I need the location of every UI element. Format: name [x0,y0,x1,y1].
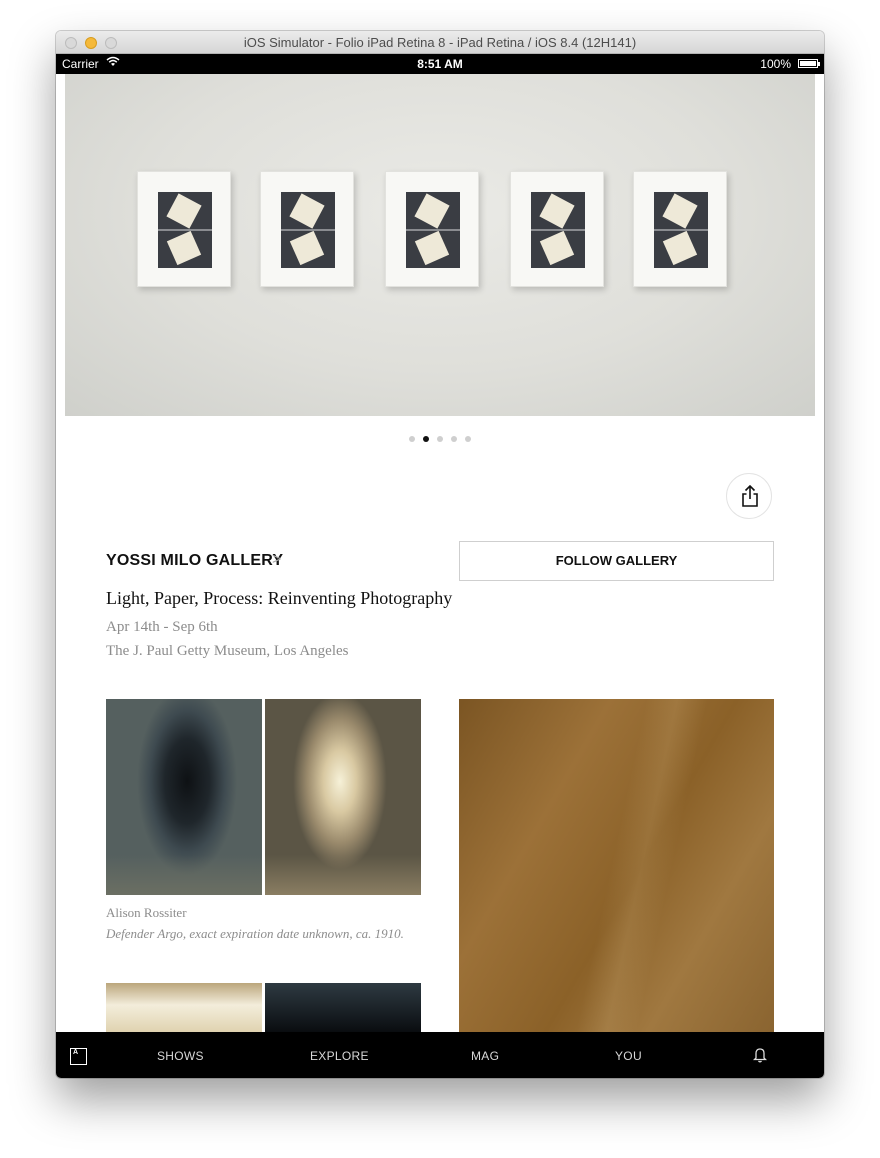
artwork-image[interactable] [459,699,774,1032]
status-time: 8:51 AM [417,57,463,71]
tab-shows[interactable]: SHOWS [157,1049,204,1063]
artwork-image[interactable] [106,699,262,895]
page-indicator[interactable] [56,429,824,442]
tab-explore[interactable]: EXPLORE [310,1049,369,1063]
framed-artwork [260,171,354,287]
framed-artwork [510,171,604,287]
framed-artwork [633,171,727,287]
artwork-image[interactable] [106,983,262,1032]
share-button[interactable] [726,473,772,519]
battery-tip [818,62,820,66]
page-dot[interactable] [465,436,471,442]
page-dot[interactable] [451,436,457,442]
artwork-artist[interactable]: Alison Rossiter [106,905,187,921]
bell-icon[interactable] [752,1047,768,1068]
status-bar: Carrier 8:51 AM 100% [56,54,824,74]
artwork-image[interactable] [265,983,421,1032]
chevron-right-icon[interactable]: > [272,551,281,569]
tab-you[interactable]: YOU [615,1049,642,1063]
window-title: iOS Simulator - Folio iPad Retina 8 - iP… [243,35,637,50]
artsy-logo-icon[interactable]: A [70,1048,87,1065]
battery-icon [798,59,818,68]
share-icon [742,485,758,507]
artwork-title[interactable]: Defender Argo, exact expiration date unk… [106,926,404,942]
window-titlebar: iOS Simulator - Folio iPad Retina 8 - iP… [56,31,824,54]
page-dot[interactable] [437,436,443,442]
page-dot-active[interactable] [423,436,429,442]
simulator-window: iOS Simulator - Folio iPad Retina 8 - iP… [56,31,824,1078]
show-title: Light, Paper, Process: Reinventing Photo… [106,588,453,608]
framed-artwork [385,171,479,287]
framed-artwork [137,171,231,287]
gallery-name-link[interactable]: YOSSI MILO GALLERY [106,552,283,570]
hero-image-carousel[interactable] [65,74,815,416]
page-dot[interactable] [409,436,415,442]
battery-percent: 100% [760,57,791,71]
show-dates: Apr 14th - Sep 6th [106,619,218,635]
follow-gallery-button[interactable]: FOLLOW GALLERY [459,541,774,581]
artwork-image[interactable] [265,699,421,895]
logo-letter: A [73,1049,79,1056]
tab-bar: A SHOWS EXPLORE MAG YOU [56,1032,824,1078]
tab-mag[interactable]: MAG [471,1049,499,1063]
show-location: The J. Paul Getty Museum, Los Angeles [106,643,349,659]
